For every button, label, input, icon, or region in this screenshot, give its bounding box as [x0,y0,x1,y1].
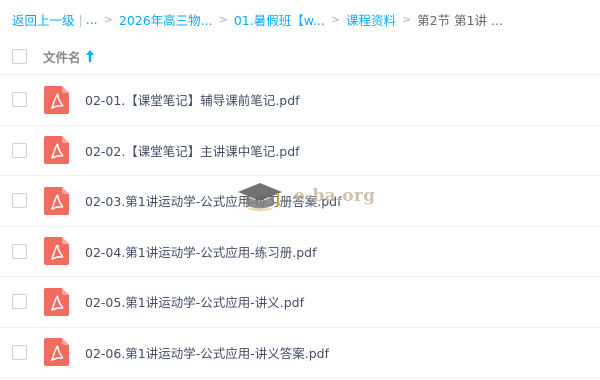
breadcrumb-item-course[interactable]: 2026年高三物... [119,10,213,29]
file-name[interactable]: 02-02.【课堂笔记】主讲课中笔记.pdf [85,141,300,160]
file-row[interactable]: 02-04.第1讲运动学-公式应用-练习册.pdf [0,227,600,277]
file-name[interactable]: 02-05.第1讲运动学-公式应用-讲义.pdf [85,292,304,311]
file-row[interactable]: 02-03.第1讲运动学-公式应用-练习册答案.pdf [0,176,600,227]
file-row-checkbox[interactable] [12,142,27,158]
chevron-right-icon: > [330,12,340,26]
file-name[interactable]: 02-06.第1讲运动学-公式应用-讲义答案.pdf [85,343,329,362]
pdf-icon [44,186,69,215]
file-row[interactable]: 02-05.第1讲运动学-公式应用-讲义.pdf [0,277,600,328]
back-link[interactable]: 返回上一级 [12,10,75,29]
file-row[interactable]: 02-01.【课堂笔记】辅导课前笔记.pdf [0,75,600,126]
breadcrumb-current: 第2节 第1讲 ... [417,12,503,28]
sort-ascending-icon[interactable] [85,49,95,63]
chevron-right-icon: > [401,12,412,26]
file-row[interactable]: 02-02.【课堂笔记】主讲课中笔记.pdf [0,126,600,176]
chevron-right-icon: > [103,12,113,26]
breadcrumb-item-materials[interactable]: 课程资料 [346,10,396,29]
file-name[interactable]: 02-01.【课堂笔记】辅导课前笔记.pdf [85,90,300,109]
file-row[interactable]: 02-06.第1讲运动学-公式应用-讲义答案.pdf [0,328,600,378]
file-name[interactable]: 02-03.第1讲运动学-公式应用-练习册答案.pdf [85,191,342,210]
breadcrumb: 返回上一级 | ... > 2026年高三物... > 01.暑假班【w... … [0,0,600,38]
file-row-checkbox[interactable] [12,344,27,360]
breadcrumb-divider: | [78,11,83,27]
chevron-right-icon: > [218,12,228,26]
file-name[interactable]: 02-04.第1讲运动学-公式应用-练习册.pdf [85,242,317,261]
breadcrumb-item-class[interactable]: 01.暑假班【w... [234,10,325,29]
select-all-checkbox[interactable] [12,48,27,64]
file-row-checkbox[interactable] [12,92,27,108]
pdf-icon [44,338,69,367]
file-list-header: 文件名 [0,38,600,75]
filename-column-header[interactable]: 文件名 [43,47,81,66]
file-row-checkbox[interactable] [12,243,27,259]
pdf-icon [44,237,69,266]
file-row-checkbox[interactable] [12,294,27,310]
breadcrumb-ellipsis[interactable]: ... [86,12,98,27]
pdf-icon [44,136,69,165]
file-row-checkbox[interactable] [12,193,27,209]
file-list: 02-01.【课堂笔记】辅导课前笔记.pdf 02-02.【课堂笔记】主讲课中笔记… [0,75,600,378]
pdf-icon [44,287,69,316]
pdf-icon [44,85,69,114]
